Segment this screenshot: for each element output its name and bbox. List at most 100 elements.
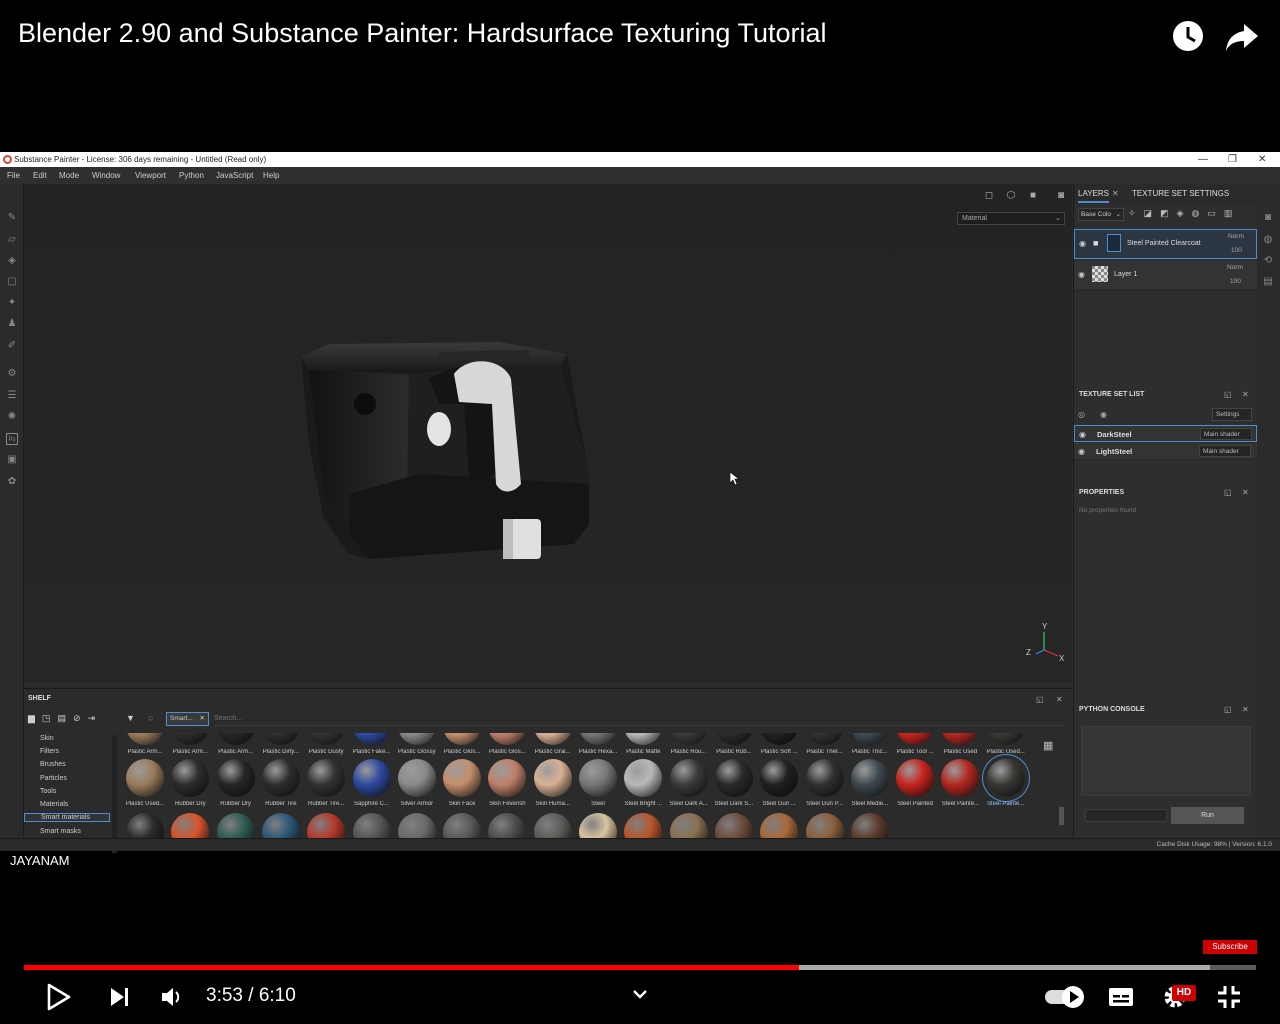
layer-blend-mode[interactable]: Norm [1228, 233, 1244, 240]
camera-icon[interactable]: ◙ [1262, 212, 1274, 224]
texture-set-row[interactable]: ◉ DarkSteel Main shader [1074, 425, 1257, 442]
paint-brush-icon[interactable]: ✎ [6, 212, 18, 224]
captions-icon[interactable] [1108, 986, 1134, 1008]
shelf-category[interactable]: Tools [40, 788, 56, 795]
delete-layer-icon[interactable]: ▥ [1224, 208, 1241, 218]
subscribe-button[interactable]: Subscribe [1203, 940, 1257, 954]
close-layers-tab-icon[interactable]: ✕ [1112, 187, 1119, 201]
screenshot-camera-icon[interactable]: ◙ [1054, 190, 1068, 202]
layer-blend-mode[interactable]: Norm [1227, 264, 1243, 271]
float-panel-icon[interactable]: ◱ [1224, 488, 1232, 497]
add-folder-icon[interactable]: ▭ [1207, 208, 1224, 218]
grid-view-icon[interactable]: ▦ [1043, 739, 1053, 752]
material-thumbnail[interactable] [624, 733, 663, 745]
texture-set-row[interactable]: ◉ LightSteel Main shader [1074, 443, 1257, 460]
shelf-filter-tag[interactable]: Smart... ✕ [166, 712, 209, 726]
log-icon[interactable]: ▤ [1262, 276, 1274, 288]
material-thumbnail[interactable] [760, 759, 799, 797]
plugin-icon[interactable]: ✿ [6, 476, 18, 488]
menu-viewport[interactable]: Viewport [135, 167, 166, 184]
material-thumbnail[interactable] [805, 733, 844, 745]
shelf-category[interactable]: Smart masks [40, 828, 81, 835]
eraser-icon[interactable]: ▱ [6, 234, 18, 246]
shelf-category[interactable]: Skin [40, 735, 54, 742]
play-icon[interactable] [44, 983, 72, 1011]
material-thumbnail[interactable] [126, 759, 164, 797]
chevron-down-icon[interactable] [632, 987, 648, 999]
photoshop-icon[interactable]: Ps [6, 433, 18, 445]
material-thumbnail[interactable] [760, 733, 799, 745]
clone-icon[interactable]: ♟ [6, 318, 18, 330]
menu-mode[interactable]: Mode [59, 167, 79, 184]
menu-window[interactable]: Window [92, 167, 120, 184]
material-thumbnail[interactable] [488, 733, 527, 745]
close-panel-icon[interactable]: ✕ [1056, 695, 1063, 704]
volume-icon[interactable] [160, 986, 184, 1008]
material-thumbnail[interactable] [397, 733, 436, 745]
shelf-category[interactable]: Filters [40, 748, 59, 755]
filter-icon[interactable]: ▼ [126, 713, 135, 723]
eye-icon[interactable]: ◉ [1078, 270, 1085, 279]
settings-tool-icon[interactable]: ⚙ [6, 368, 18, 380]
smudge-icon[interactable]: ✦ [6, 297, 18, 309]
material-thumbnail[interactable] [397, 759, 436, 797]
material-thumbnail[interactable] [896, 759, 935, 797]
shelf-category[interactable]: Particles [40, 775, 67, 782]
material-thumbnail[interactable] [850, 759, 889, 797]
material-thumbnail[interactable] [443, 733, 482, 745]
camera-video-icon[interactable]: ■ [1026, 190, 1040, 202]
material-thumbnail[interactable] [669, 759, 708, 797]
run-button[interactable]: Run [1171, 807, 1244, 824]
tab-texture-set-settings[interactable]: TEXTURE SET SETTINGS [1132, 187, 1229, 201]
material-thumbnail[interactable] [307, 759, 346, 797]
minimize-icon[interactable]: — [1198, 152, 1208, 167]
material-thumbnail[interactable] [488, 759, 527, 797]
share-icon[interactable] [1224, 20, 1260, 54]
hide-icon[interactable]: ⊘ [73, 713, 88, 723]
material-thumbnail[interactable] [261, 733, 300, 745]
circle-filter-icon[interactable]: ○ [148, 713, 153, 723]
filter-layer-icon[interactable]: ✧ [1128, 208, 1144, 218]
float-panel-icon[interactable]: ◱ [1224, 705, 1232, 714]
add-layer-icon[interactable]: ◍ [1192, 208, 1208, 218]
texture-set-shader-select[interactable]: Main shader [1199, 445, 1251, 457]
python-console-input[interactable] [1085, 809, 1167, 822]
add-fill-icon[interactable]: ◈ [1177, 208, 1192, 218]
next-icon[interactable] [108, 986, 132, 1008]
material-thumbnail[interactable] [986, 759, 1025, 797]
eye-icon[interactable]: ◉ [1078, 447, 1085, 456]
material-thumbnail[interactable] [307, 733, 346, 745]
material-thumbnail[interactable] [533, 759, 572, 797]
shelf-category[interactable]: Materials [40, 801, 68, 808]
autoplay-toggle-icon[interactable] [1043, 984, 1089, 1010]
material-thumbnail[interactable] [986, 733, 1025, 745]
material-thumbnail[interactable] [579, 733, 617, 745]
channel-select[interactable]: Base Colo ⌄ [1078, 208, 1124, 221]
material-thumbnail[interactable] [171, 759, 210, 797]
material-thumbnail[interactable] [805, 759, 844, 797]
projection-icon[interactable]: ◈ [6, 255, 18, 267]
shelf-category[interactable]: Brushes [40, 761, 66, 768]
shelf-category-selected[interactable]: Smart materials [24, 813, 110, 822]
material-thumbnail[interactable] [216, 759, 255, 797]
material-thumbnail[interactable] [443, 759, 482, 797]
exit-fullscreen-icon[interactable] [1216, 984, 1242, 1010]
close-panel-icon[interactable]: ✕ [1242, 705, 1249, 714]
export-icon[interactable]: ▣ [6, 454, 18, 466]
close-panel-icon[interactable]: ✕ [1242, 488, 1249, 497]
material-thumbnail[interactable] [216, 733, 255, 745]
material-thumbnail[interactable] [896, 733, 935, 745]
layer-opacity[interactable]: 100 [1230, 278, 1241, 285]
material-thumbnail[interactable] [579, 759, 617, 797]
frame-icon[interactable]: ◻ [982, 190, 996, 202]
material-thumbnail[interactable] [352, 759, 391, 797]
material-thumbnail[interactable] [850, 733, 889, 745]
export-shelf-icon[interactable]: ⇥ [88, 713, 103, 723]
menu-edit[interactable]: Edit [33, 167, 47, 184]
cube-view-icon[interactable]: ⬡ [1004, 190, 1018, 202]
material-thumbnail[interactable] [941, 733, 980, 745]
folder-icon[interactable]: ▆ [28, 713, 42, 723]
3d-viewport[interactable]: ◻ ⬡ ■ ◙ Material ⌄ Y X Z [24, 184, 1072, 682]
bake-icon[interactable]: ☰ [6, 390, 18, 402]
watch-later-icon[interactable] [1170, 18, 1206, 54]
